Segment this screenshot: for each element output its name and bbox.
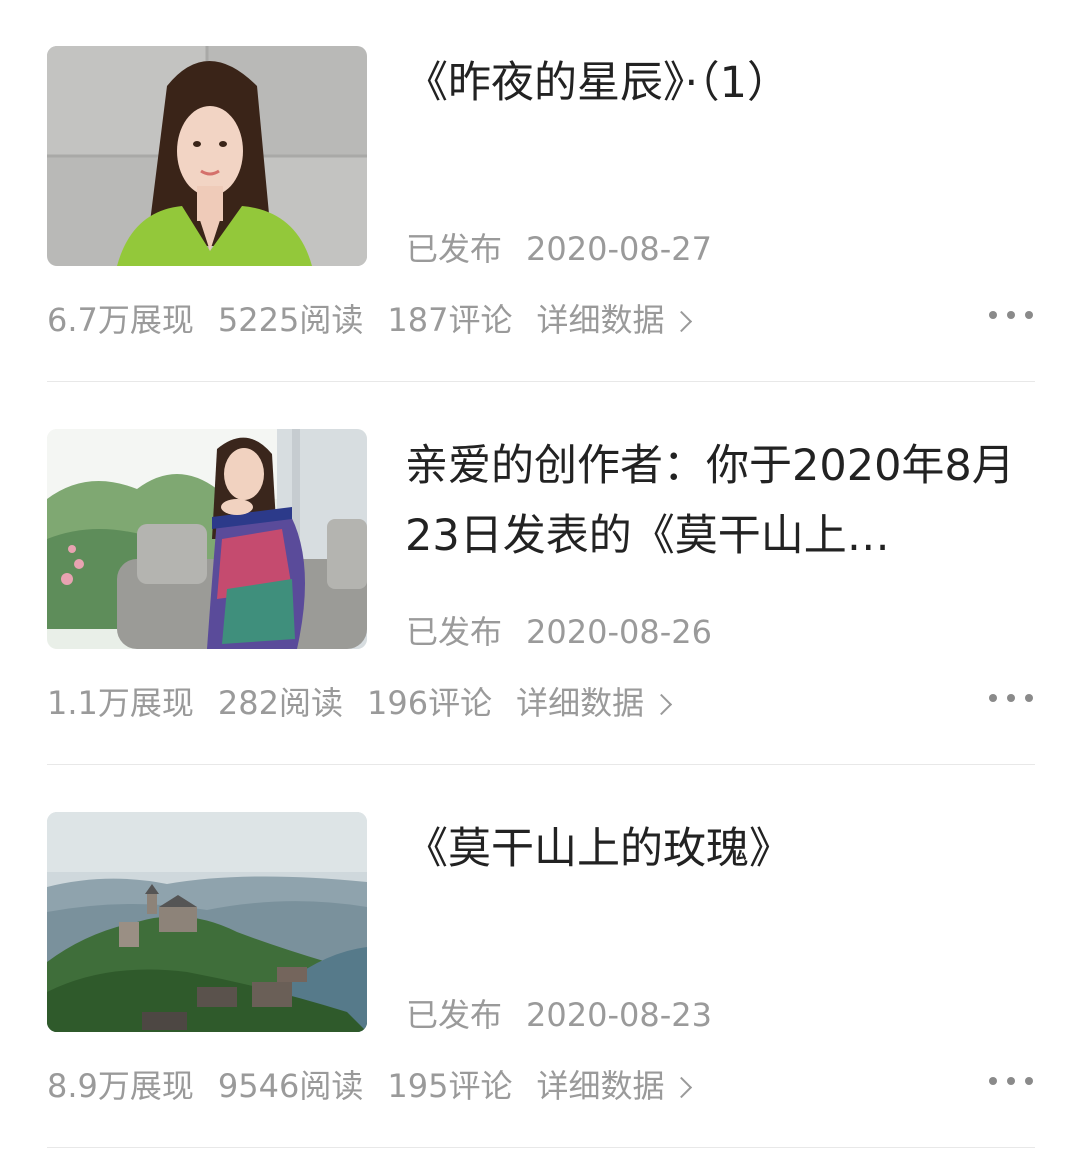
status-label: 已发布 <box>406 230 503 268</box>
article-title[interactable]: 《莫干山上的玫瑰》 <box>405 814 1035 884</box>
article-thumbnail[interactable] <box>47 46 367 266</box>
chevron-right-icon <box>671 1076 693 1098</box>
portrait-woman-green-top-image <box>47 46 367 266</box>
mountain-castle-landscape-image <box>47 812 367 1032</box>
divider <box>47 1147 1035 1148</box>
chevron-right-icon <box>651 693 673 715</box>
dot-icon <box>1007 694 1015 702</box>
detail-data-label: 详细数据 <box>536 1067 665 1105</box>
dot-icon <box>989 694 997 702</box>
more-options-button[interactable] <box>985 300 1037 330</box>
chevron-right-icon <box>671 310 693 332</box>
woman-on-sofa-floral-dress-image <box>47 429 367 649</box>
dot-icon <box>989 311 997 319</box>
stats-row: 8.9万展现 9546阅读 195评论 详细数据 <box>47 1063 713 1109</box>
publish-date: 2020-08-26 <box>526 613 712 651</box>
article-title[interactable]: 《昨夜的星辰》·（1） <box>405 48 1035 118</box>
more-options-button[interactable] <box>985 1066 1037 1096</box>
dot-icon <box>989 1077 997 1085</box>
publish-info: 已发布 2020-08-23 <box>406 992 712 1038</box>
comments-count: 195评论 <box>387 1067 513 1105</box>
dot-icon <box>1025 311 1033 319</box>
article-thumbnail[interactable] <box>47 812 367 1032</box>
article-card[interactable]: 《昨夜的星辰》·（1） 已发布 2020-08-27 6.7万展现 5225阅读 18… <box>0 0 1080 383</box>
divider <box>47 764 1035 765</box>
publish-date: 2020-08-23 <box>526 996 712 1034</box>
comments-count: 187评论 <box>387 301 513 339</box>
more-options-button[interactable] <box>985 683 1037 713</box>
dot-icon <box>1007 311 1015 319</box>
detail-data-link[interactable]: 详细数据 <box>536 297 693 343</box>
impressions-count: 8.9万展现 <box>47 1067 194 1105</box>
publish-info: 已发布 2020-08-26 <box>406 609 712 655</box>
reads-count: 9546阅读 <box>217 1067 364 1105</box>
dot-icon <box>1025 1077 1033 1085</box>
stats-row: 6.7万展现 5225阅读 187评论 详细数据 <box>47 297 713 343</box>
article-title[interactable]: 亲爱的创作者：你于2020年8月23日发表的《莫干山上… <box>405 431 1035 571</box>
reads-count: 5225阅读 <box>217 301 364 339</box>
stats-row: 1.1万展现 282阅读 196评论 详细数据 <box>47 680 693 726</box>
detail-data-link[interactable]: 详细数据 <box>536 1063 693 1109</box>
comments-count: 196评论 <box>367 684 493 722</box>
dot-icon <box>1007 1077 1015 1085</box>
divider <box>47 381 1035 382</box>
article-thumbnail[interactable] <box>47 429 367 649</box>
status-label: 已发布 <box>406 996 503 1034</box>
detail-data-label: 详细数据 <box>516 684 645 722</box>
dot-icon <box>1025 694 1033 702</box>
publish-info: 已发布 2020-08-27 <box>406 226 712 272</box>
impressions-count: 6.7万展现 <box>47 301 194 339</box>
article-card[interactable]: 《莫干山上的玫瑰》 已发布 2020-08-23 8.9万展现 9546阅读 195评… <box>0 766 1080 1149</box>
reads-count: 282阅读 <box>217 684 343 722</box>
publish-date: 2020-08-27 <box>526 230 712 268</box>
article-card[interactable]: 亲爱的创作者：你于2020年8月23日发表的《莫干山上… 已发布 2020-08-… <box>0 383 1080 766</box>
detail-data-label: 详细数据 <box>536 301 665 339</box>
impressions-count: 1.1万展现 <box>47 684 194 722</box>
status-label: 已发布 <box>406 613 503 651</box>
detail-data-link[interactable]: 详细数据 <box>516 680 673 726</box>
